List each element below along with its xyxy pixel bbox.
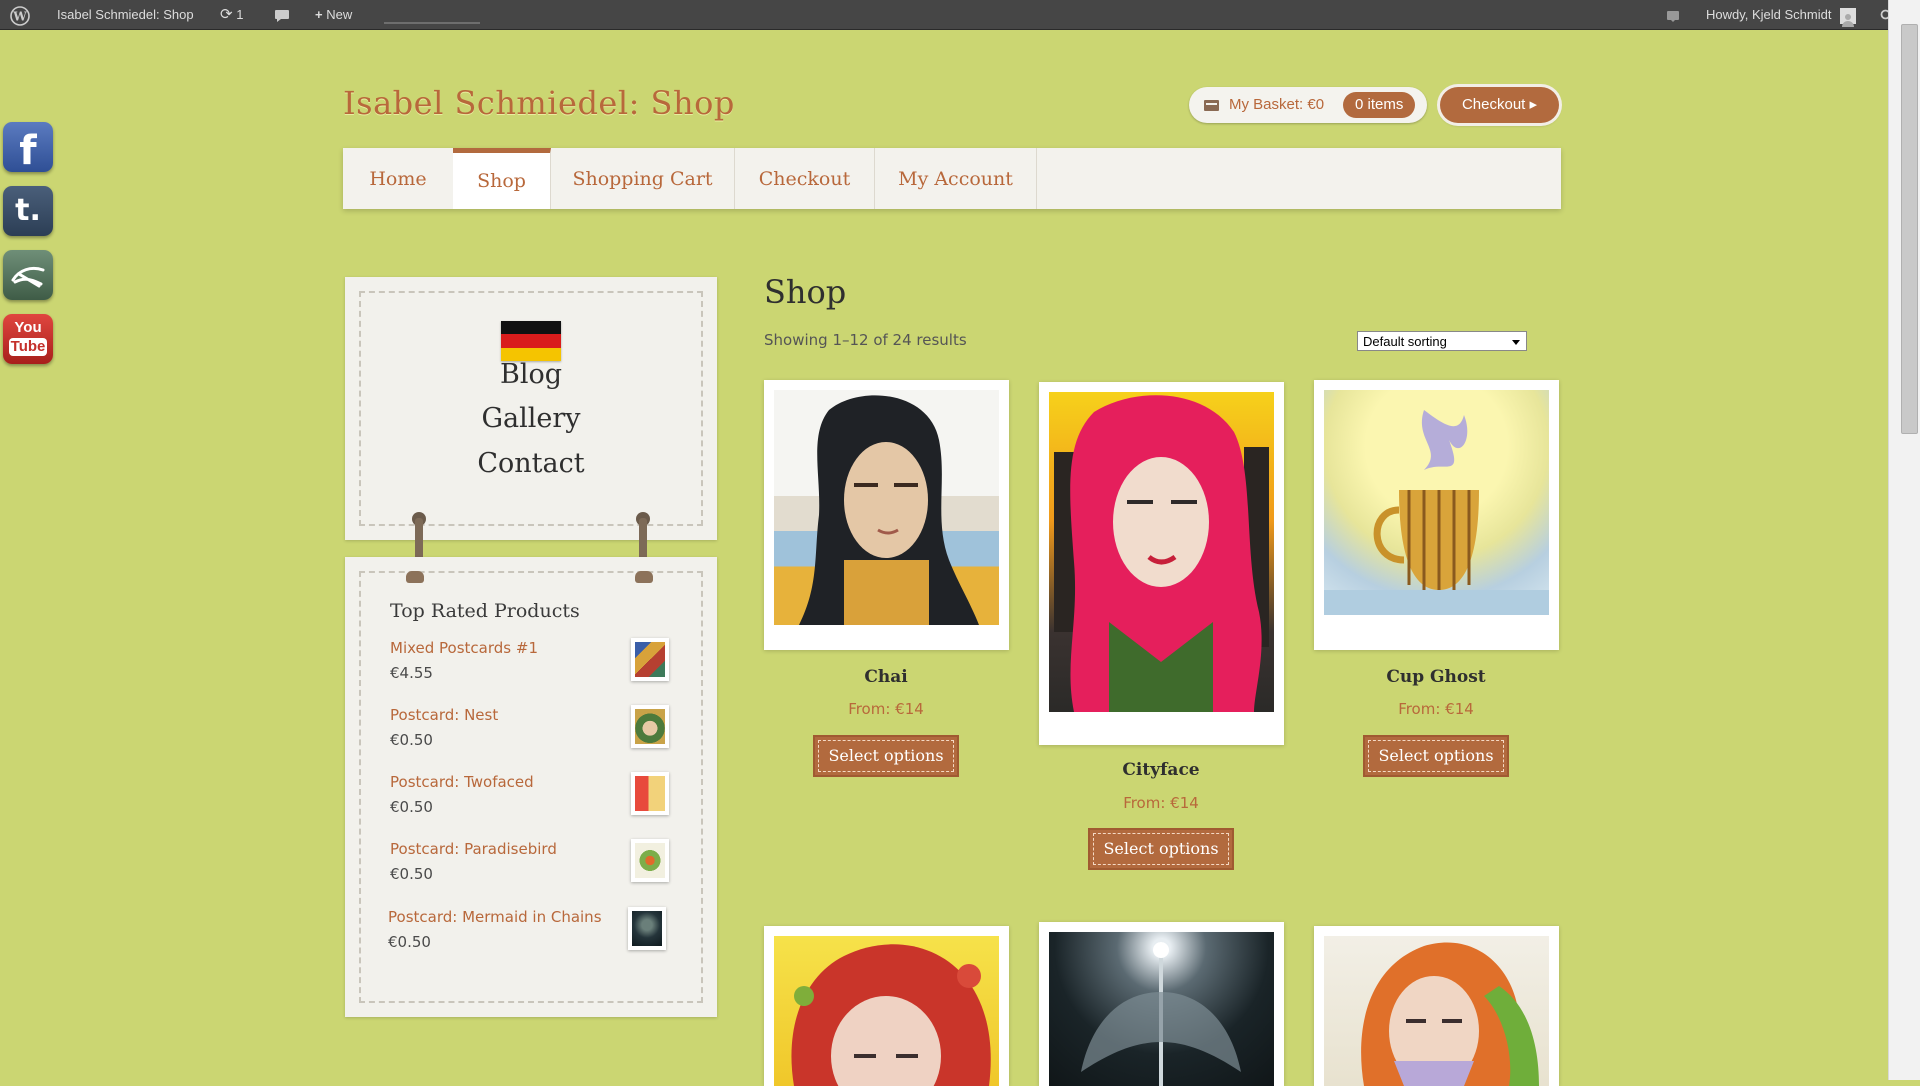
product-thumbnail[interactable] (631, 839, 669, 882)
product-image[interactable] (764, 926, 1009, 1086)
product-price: €0.50 (390, 865, 433, 883)
svg-text:W: W (12, 9, 27, 23)
select-options-button[interactable]: Select options (1088, 828, 1234, 870)
admin-bar-divider (384, 22, 480, 24)
product-title[interactable]: Chai (766, 667, 1006, 687)
howdy-user[interactable]: Howdy, Kjeld Schmidt (1706, 0, 1831, 29)
select-options-button[interactable]: Select options (1363, 735, 1509, 777)
product-price: €0.50 (390, 731, 433, 749)
product-image[interactable] (1039, 922, 1284, 1086)
admin-bar: W Isabel Schmiedel: Shop ⟳ 1 + New Howdy… (0, 0, 1894, 30)
facebook-icon[interactable]: f (3, 122, 53, 172)
product-price: €0.50 (388, 933, 431, 951)
admin-site-name[interactable]: Isabel Schmiedel: Shop (57, 0, 194, 29)
top-rated-panel: Top Rated Products Mixed Postcards #1 €4… (345, 557, 717, 1017)
nav-home[interactable]: Home (343, 148, 454, 209)
rope-left (415, 518, 423, 562)
tumblr-icon[interactable]: t. (3, 186, 53, 236)
comments-link[interactable] (274, 0, 290, 29)
product-link[interactable]: Mixed Postcards #1 (390, 639, 538, 657)
product-thumbnail[interactable] (631, 638, 669, 681)
comment-icon (275, 9, 289, 22)
sidebar-link-gallery[interactable]: Gallery (345, 403, 717, 434)
checkout-button[interactable]: Checkout ▸ (1440, 87, 1559, 123)
basket-count-badge: 0 items (1343, 92, 1416, 118)
youtube-icon[interactable]: You Tube (3, 314, 53, 364)
sorting-value: Default sorting (1363, 334, 1447, 349)
main-navigation: Home Shop Shopping Cart Checkout My Acco… (343, 148, 1561, 209)
deviantart-icon[interactable] (3, 250, 53, 300)
result-count: Showing 1–12 of 24 results (764, 331, 967, 349)
basket-widget[interactable]: My Basket: €0 0 items (1189, 87, 1427, 123)
product-thumbnail[interactable] (631, 772, 669, 815)
basket-icon (1204, 100, 1219, 111)
product-price: From: €14 (1123, 794, 1199, 812)
product-thumbnail[interactable] (628, 907, 666, 950)
new-label: New (326, 7, 353, 22)
sidebar-link-contact[interactable]: Contact (345, 448, 717, 479)
top-rated-title: Top Rated Products (390, 600, 580, 622)
chevron-down-icon (1512, 340, 1520, 345)
sidebar-links-panel: Blog Gallery Contact (345, 277, 717, 540)
scrollbar-thumb[interactable] (1901, 24, 1918, 434)
basket-label: My Basket: €0 (1229, 96, 1325, 113)
updates-link[interactable]: ⟳ 1 (220, 0, 243, 29)
new-content-link[interactable]: + New (315, 0, 352, 29)
product-image-cityface[interactable] (1039, 382, 1284, 745)
site-title[interactable]: Isabel Schmiedel: Shop (343, 84, 735, 122)
rope-right (639, 518, 647, 562)
avatar[interactable] (1840, 0, 1856, 29)
product-image-cup-ghost[interactable] (1314, 380, 1559, 650)
product-link[interactable]: Postcard: Nest (390, 706, 498, 724)
product-image[interactable] (1314, 926, 1559, 1086)
sorting-select[interactable]: Default sorting (1357, 331, 1527, 351)
german-flag-icon[interactable] (501, 321, 561, 361)
page-title: Shop (764, 273, 847, 311)
product-title[interactable]: Cup Ghost (1316, 667, 1556, 687)
nav-shopping-cart[interactable]: Shopping Cart (551, 148, 735, 209)
nav-shop[interactable]: Shop (453, 148, 551, 209)
select-options-button[interactable]: Select options (813, 735, 959, 777)
product-title[interactable]: Cityface (1041, 760, 1281, 780)
nav-my-account[interactable]: My Account (875, 148, 1037, 209)
product-price: From: €14 (1398, 700, 1474, 718)
peg-right (635, 571, 653, 583)
product-link[interactable]: Postcard: Paradisebird (390, 840, 557, 858)
product-price: €4.55 (390, 664, 433, 682)
notification-icon[interactable] (1666, 0, 1680, 29)
peg-left (406, 571, 424, 583)
wordpress-logo-icon[interactable]: W (10, 0, 30, 29)
product-image-chai[interactable] (764, 380, 1009, 650)
product-price: €0.50 (390, 798, 433, 816)
nav-checkout[interactable]: Checkout (735, 148, 875, 209)
sidebar-link-blog[interactable]: Blog (345, 359, 717, 390)
refresh-icon: ⟳ (220, 6, 233, 23)
updates-count: 1 (236, 7, 244, 22)
product-link[interactable]: Postcard: Mermaid in Chains (388, 908, 602, 926)
plus-icon: + (315, 7, 323, 22)
product-price: From: €14 (848, 700, 924, 718)
product-link[interactable]: Postcard: Twofaced (390, 773, 534, 791)
product-thumbnail[interactable] (631, 705, 669, 748)
